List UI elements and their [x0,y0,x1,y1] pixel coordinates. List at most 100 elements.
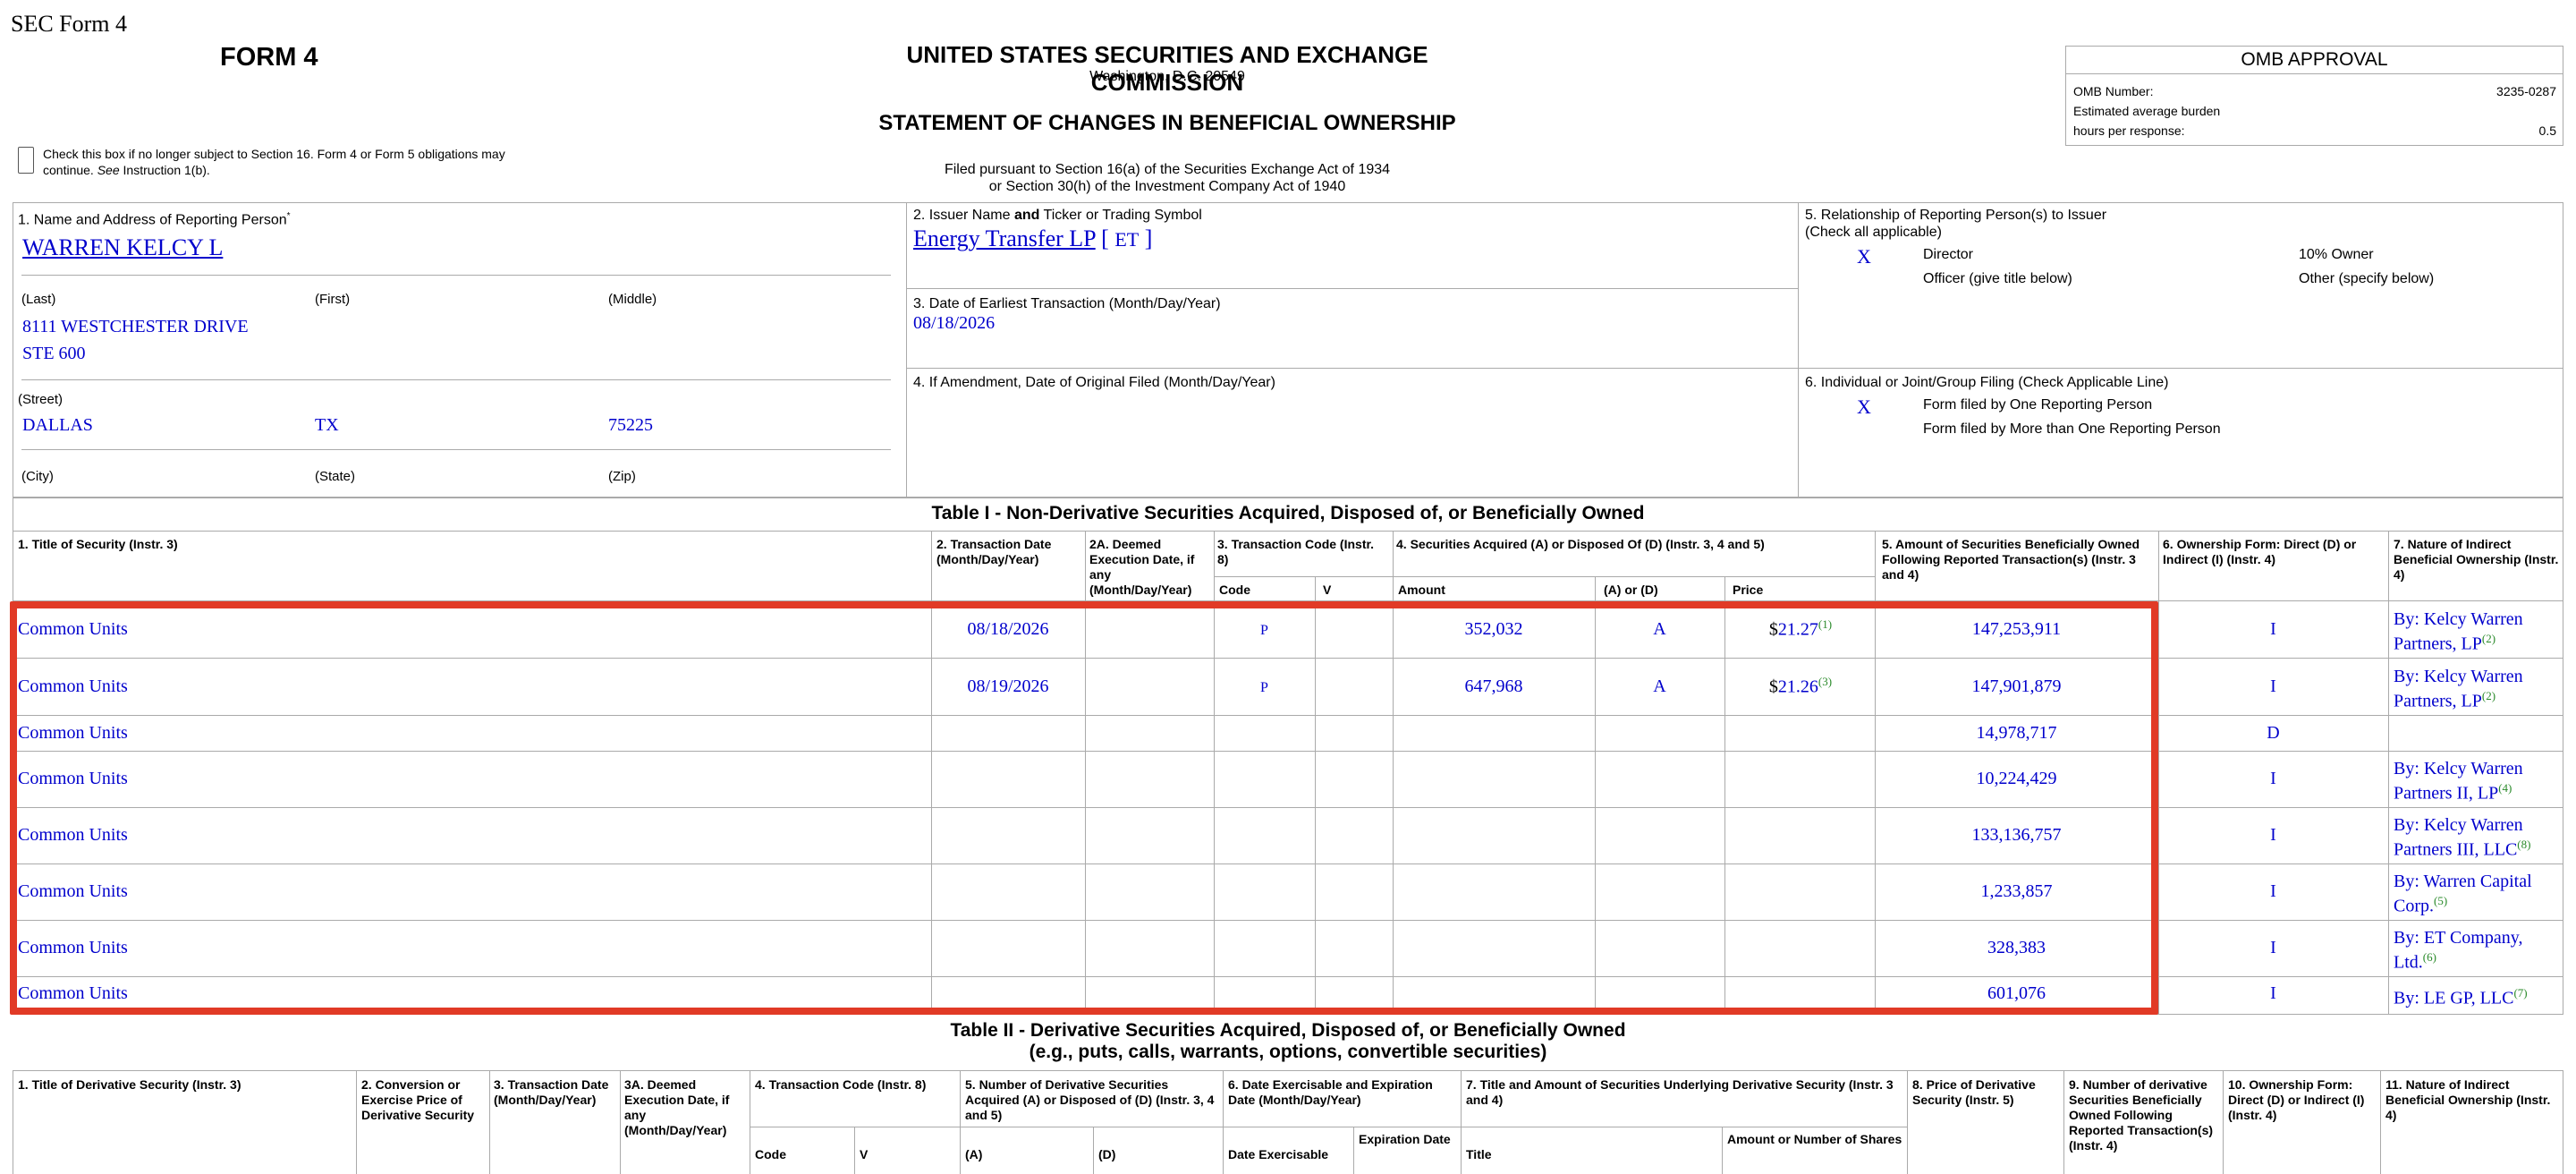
reporting-info-frame [13,202,2563,498]
row-nature: By: Warren Capital Corp.(5) [2394,872,2532,916]
filed-line-2: or Section 30(h) of the Investment Compa… [988,179,1346,194]
t1-col-title: 1. Title of Security (Instr. 3) [18,537,178,551]
t2-col-number: 5. Number of Derivative Securities Acqui… [965,1077,1215,1122]
row-security-title: Common Units [18,881,128,901]
row-nature: By: Kelcy Warren Partners III, LLC(8) [2394,815,2531,860]
row-transaction-date: 08/19/2026 [967,676,1049,696]
t2-sub-expiration: Expiration Date [1359,1132,1451,1146]
t2-col-nature: 11. Nature of Indirect Beneficial Owners… [2385,1077,2551,1122]
row-security-title: Common Units [18,723,128,743]
last-label: (Last) [21,292,56,307]
t2-sub-title: Title [1466,1147,1492,1161]
t1-col-deemed: 2A. Deemed Execution Date, if any (Month… [1089,537,1195,597]
box2-label: 2. Issuer Name and Ticker or Trading Sym… [913,208,1202,223]
t2-col-owned: 9. Number of derivative Securities Benef… [2069,1077,2214,1153]
city-label: (City) [21,469,54,484]
omb-approval-box: OMB APPROVAL OMB Number: 3235-0287 Estima… [2065,46,2563,146]
state-label: (State) [315,469,356,484]
t1-col-date: 2. Transaction Date (Month/Day/Year) [936,537,1052,566]
row-security-title: Common Units [18,983,128,1003]
row-security-title: Common Units [18,676,128,696]
more-persons-label: Form filed by More than One Reporting Pe… [1923,421,2221,437]
row-ownership-form: I [2270,676,2276,696]
omb-title: OMB APPROVAL [2066,47,2563,74]
highlight-annotation-box [10,601,2158,1015]
street-label: (Street) [18,392,64,407]
statement-title: STATEMENT OF CHANGES IN BENEFICIAL OWNER… [878,111,1456,135]
row-owned-following: 14,978,717 [1976,723,2057,743]
t2-sub-code: Code [755,1147,786,1161]
issuer-name-link[interactable]: Energy Transfer LP [913,225,1096,251]
row-owned-following: 147,901,879 [1971,676,2062,696]
one-person-label: Form filed by One Reporting Person [1923,397,2153,413]
section16-checkbox-label: Check this box if no longer subject to S… [43,147,505,177]
middle-label: (Middle) [608,292,657,307]
row-nature: By: LE GP, LLC(7) [2394,986,2528,1008]
form-title: FORM 4 [220,43,318,72]
zip-label: (Zip) [608,469,636,484]
row-amount: 647,968 [1464,676,1523,696]
t1-col-nature: 7. Nature of Indirect Beneficial Ownersh… [2394,537,2559,582]
t2-col-underlying: 7. Title and Amount of Securities Underl… [1466,1077,1894,1107]
row-transaction-code: P [1260,680,1268,695]
row-transaction-date: 08/18/2026 [967,619,1049,639]
street-line-2: STE 600 [22,344,86,363]
t1-sub-amount: Amount [1398,583,1445,597]
t1-col-code: 3. Transaction Code (Instr. 8) [1217,537,1375,566]
row-ownership-form: D [2267,723,2280,743]
t2-col-date: 3. Transaction Date (Month/Day/Year) [494,1077,609,1107]
table2-title: Table II - Derivative Securities Acquire… [950,1020,1626,1062]
row-transaction-code: P [1260,623,1268,638]
section16-checkbox[interactable] [18,147,34,174]
box4-label: 4. If Amendment, Date of Original Filed … [913,375,1275,390]
t2-col-exercisable: 6. Date Exercisable and Expiration Date … [1228,1077,1433,1107]
t2-col-conversion: 2. Conversion or Exercise Price of Deriv… [361,1077,475,1122]
row-acquired-disposed: A [1653,676,1666,696]
filed-line-1: Filed pursuant to Section 16(a) of the S… [944,162,1391,177]
row-security-title: Common Units [18,825,128,845]
row-ownership-form: I [2270,983,2276,1003]
other-label: Other (specify below) [2299,271,2435,286]
table1-title: Table I - Non-Derivative Securities Acqu… [931,503,1645,523]
row-ownership-form: I [2270,825,2276,845]
row-security-title: Common Units [18,769,128,788]
row-owned-following: 328,383 [1987,938,2046,957]
t2-col-title: 1. Title of Derivative Security (Instr. … [18,1077,242,1092]
street-line-1: 8111 WESTCHESTER DRIVE [22,317,249,336]
row-ownership-form: I [2270,938,2276,957]
first-label: (First) [315,292,351,307]
row-ownership-form: I [2270,769,2276,788]
zip-value: 75225 [608,415,653,435]
row-price: $21.27(1) [1768,617,1833,640]
t1-col-owned: 5. Amount of Securities Beneficially Own… [1882,537,2140,582]
earliest-transaction-date: 08/18/2026 [913,313,996,333]
t2-sub-amount: Amount or Number of Shares [1727,1132,1902,1146]
box5-sub: (Check all applicable) [1805,225,1942,240]
ticker-symbol: ET [1114,228,1140,251]
row-owned-following: 147,253,911 [1971,619,2062,639]
row-amount: 352,032 [1464,619,1523,639]
omb-number-row: OMB Number: 3235-0287 [2073,84,2556,98]
director-mark: X [1857,245,1871,268]
box5-label: 5. Relationship of Reporting Person(s) t… [1805,208,2107,223]
row-nature: By: ET Company, Ltd.(6) [2394,928,2523,973]
city-value: DALLAS [22,415,93,435]
t1-sub-v: V [1323,583,1332,597]
t2-sub-d: (D) [1098,1147,1116,1161]
row-owned-following: 133,136,757 [1971,825,2062,845]
row-security-title: Common Units [18,619,128,639]
row-ownership-form: I [2270,881,2276,901]
row-owned-following: 1,233,857 [1980,881,2053,901]
director-label: Director [1923,247,1974,262]
reporting-person-name-link[interactable]: WARREN KELCY L [22,234,223,261]
agency-location: Washington, D.C. 20549 [1089,69,1245,84]
row-nature: By: Kelcy Warren Partners, LP(2) [2394,667,2523,711]
row-nature: By: Kelcy Warren Partners II, LP(4) [2394,759,2523,804]
t1-sub-ad: (A) or (D) [1604,583,1658,597]
t1-sub-code: Code [1219,583,1250,597]
state-value: TX [315,415,339,435]
row-security-title: Common Units [18,938,128,957]
officer-label: Officer (give title below) [1923,271,2072,286]
t2-sub-a: (A) [965,1147,983,1161]
row-ownership-form: I [2270,619,2276,639]
